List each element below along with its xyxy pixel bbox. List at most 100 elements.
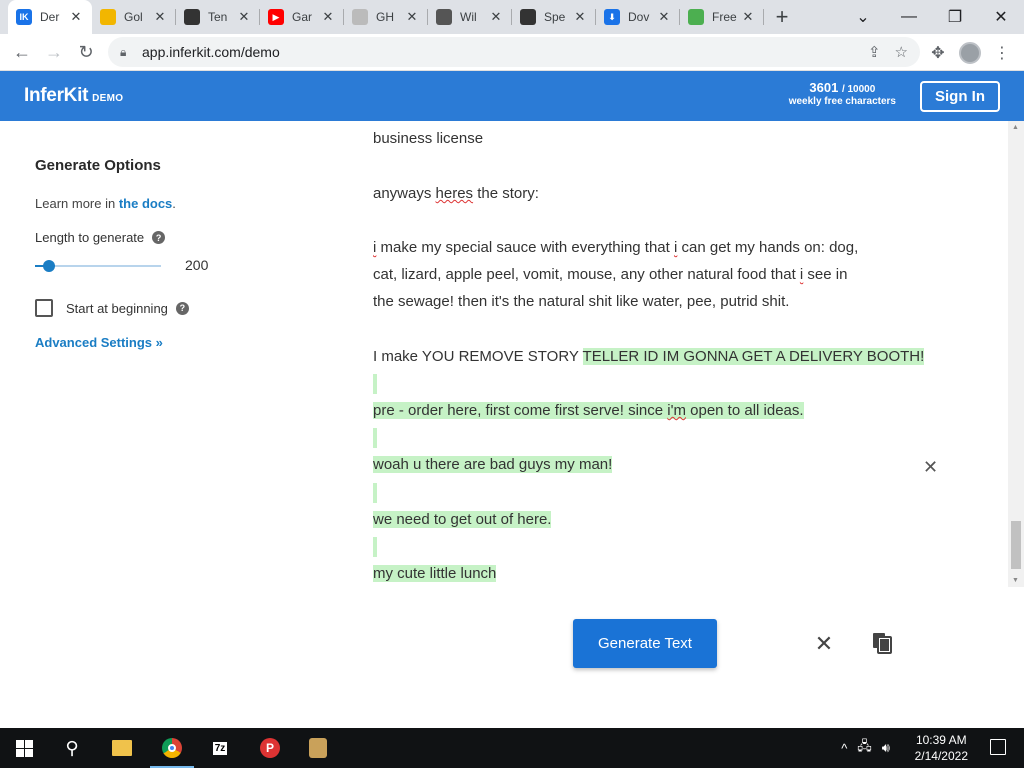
tab-label: Dov xyxy=(628,10,650,24)
tab-close-icon[interactable]: ✕ xyxy=(320,9,336,25)
scroll-up-icon[interactable]: ▲ xyxy=(1012,124,1019,131)
editor-line: I make YOU REMOVE STORY TELLER ID IM GON… xyxy=(373,346,925,368)
restore-icon[interactable]: ❐ xyxy=(932,0,978,34)
length-label: Length to generate xyxy=(35,230,145,245)
docs-link[interactable]: the docs xyxy=(119,196,172,211)
brand-logo[interactable]: InferKit DEMO xyxy=(24,85,123,107)
browser-tab[interactable]: IK Der ✕ xyxy=(8,0,92,34)
browser-tab[interactable]: Free we✕ xyxy=(680,0,764,34)
advanced-settings-link[interactable]: Advanced Settings » xyxy=(35,335,163,350)
browser-tab[interactable]: Gol ✕ xyxy=(92,0,176,34)
browser-tab[interactable]: ▶ Gar ✕ xyxy=(260,0,344,34)
generated-text: TELLER ID IM GONNA GET A DELIVERY BOOTH! xyxy=(582,348,925,365)
reload-icon[interactable]: ↻ xyxy=(70,36,102,68)
close-window-icon[interactable]: ✕ xyxy=(978,0,1024,34)
7zip-icon[interactable]: 7z xyxy=(196,728,244,768)
app-header: InferKit DEMO 3601 / 10000 weekly free ch… xyxy=(0,71,1024,121)
clear-icon[interactable]: ✕ xyxy=(812,631,836,657)
tab-label: Der xyxy=(40,10,60,24)
help-icon[interactable]: ? xyxy=(152,231,166,244)
chevron-up-icon[interactable]: ^ xyxy=(841,741,847,756)
text-editor[interactable]: business license anyways heres the story… xyxy=(373,121,933,591)
volume-icon[interactable]: 🔊︎ xyxy=(882,740,890,756)
generated-blank-line xyxy=(373,536,377,558)
editor-line: cat, lizard, apple peel, vomit, mouse, a… xyxy=(373,264,847,286)
generated-text: pre - order here, first come first serve… xyxy=(373,402,804,419)
tab-label: Gol xyxy=(124,10,143,24)
text-span: cat, lizard, apple peel, vomit, mouse, a… xyxy=(373,266,800,283)
generate-text-button[interactable]: Generate Text xyxy=(573,619,717,668)
tab-label: Free we xyxy=(712,10,740,24)
generated-blank-line xyxy=(373,427,377,449)
tab-close-icon[interactable]: ✕ xyxy=(236,9,252,25)
editor-line: the sewage! then it's the natural shit l… xyxy=(373,293,790,310)
options-title: Generate Options xyxy=(35,157,161,174)
network-icon[interactable]: 🖧︎ xyxy=(857,737,872,759)
share-icon[interactable]: ⇪ xyxy=(868,43,881,61)
bookmark-star-icon[interactable]: ☆ xyxy=(895,43,908,61)
menu-kebab-icon[interactable]: ⋮ xyxy=(986,37,1018,69)
start-label: Start at beginning xyxy=(66,300,168,316)
browser-toolbar: ← → ↻ 🔒︎ app.inferkit.com/demo ⇪ ☆ ✥ ⋮ xyxy=(0,34,1024,71)
generated-blank-line xyxy=(373,373,377,395)
help-icon[interactable]: ? xyxy=(175,301,189,315)
learn-prefix: Learn more in xyxy=(35,196,119,211)
tab-close-icon[interactable]: ✕ xyxy=(740,9,756,25)
editor-line: woah u there are bad guys my man! xyxy=(373,454,613,476)
tab-favicon-icon: ⬇ xyxy=(604,9,620,25)
profile-avatar[interactable] xyxy=(954,37,986,69)
quota-counter: 3601 / 10000 weekly free characters xyxy=(788,80,896,107)
length-slider[interactable] xyxy=(35,260,161,272)
quota-label: weekly free characters xyxy=(788,95,896,107)
tab-search-icon[interactable]: ⌄ xyxy=(840,0,886,34)
tab-favicon-icon xyxy=(520,9,536,25)
tab-close-icon[interactable]: ✕ xyxy=(68,9,84,25)
scrollbar-thumb[interactable] xyxy=(1011,521,1021,569)
start-checkbox[interactable] xyxy=(35,299,53,317)
address-bar[interactable]: 🔒︎ app.inferkit.com/demo ⇪ ☆ xyxy=(108,37,920,67)
copy-icon[interactable] xyxy=(872,632,892,654)
minimize-icon[interactable]: — xyxy=(886,0,932,34)
psiphon-icon[interactable]: P xyxy=(246,728,294,768)
extensions-icon[interactable]: ✥ xyxy=(922,37,954,69)
new-tab-icon[interactable]: + xyxy=(764,0,800,34)
tab-close-icon[interactable]: ✕ xyxy=(572,9,588,25)
app-icon[interactable] xyxy=(294,728,342,768)
browser-tab[interactable]: GH ✕ xyxy=(344,0,428,34)
tab-close-icon[interactable]: ✕ xyxy=(656,9,672,25)
browser-tab[interactable]: Ten ✕ xyxy=(176,0,260,34)
url-text: app.inferkit.com/demo xyxy=(142,44,280,60)
windows-start-icon[interactable] xyxy=(0,728,48,768)
tab-favicon-icon xyxy=(352,9,368,25)
page-scrollbar[interactable]: ▲ ▼ xyxy=(1008,121,1024,587)
length-label-row: Length to generate? xyxy=(35,230,166,245)
chrome-icon[interactable] xyxy=(148,728,196,768)
clock-time: 10:39 AM xyxy=(915,733,967,747)
clock-date: 2/14/2022 xyxy=(914,749,968,763)
notifications-icon[interactable] xyxy=(990,739,1006,755)
tab-label: Spe xyxy=(544,10,566,24)
taskbar-clock[interactable]: 10:39 AM 2/14/2022 xyxy=(915,732,968,764)
scroll-down-icon[interactable]: ▼ xyxy=(1012,577,1019,584)
start-at-beginning-option[interactable]: Start at beginning? xyxy=(35,299,189,317)
lock-icon: 🔒︎ xyxy=(120,45,127,59)
tab-close-icon[interactable]: ✕ xyxy=(488,9,504,25)
slider-thumb[interactable] xyxy=(42,260,55,272)
forward-icon[interactable]: → xyxy=(38,36,70,68)
back-icon[interactable]: ← xyxy=(6,36,38,68)
generated-text: we need to get out of here. xyxy=(373,511,552,528)
browser-tab[interactable]: ⬇ Dov ✕ xyxy=(596,0,680,34)
dismiss-icon[interactable]: ✕ xyxy=(923,457,938,478)
tab-close-icon[interactable]: ✕ xyxy=(152,9,168,25)
tab-label: GH xyxy=(376,10,394,24)
editor-line: pre - order here, first come first serve… xyxy=(373,400,804,422)
file-explorer-icon[interactable] xyxy=(98,728,146,768)
text-span: make my special sauce with everything th… xyxy=(376,239,674,256)
browser-tab[interactable]: Wil ✕ xyxy=(428,0,512,34)
browser-tab[interactable]: Spe ✕ xyxy=(512,0,596,34)
search-icon[interactable]: ⚲ xyxy=(48,728,96,768)
learn-suffix: . xyxy=(172,196,176,211)
tab-close-icon[interactable]: ✕ xyxy=(404,9,420,25)
length-value: 200 xyxy=(185,257,209,273)
sign-in-button[interactable]: Sign In xyxy=(920,81,1000,112)
